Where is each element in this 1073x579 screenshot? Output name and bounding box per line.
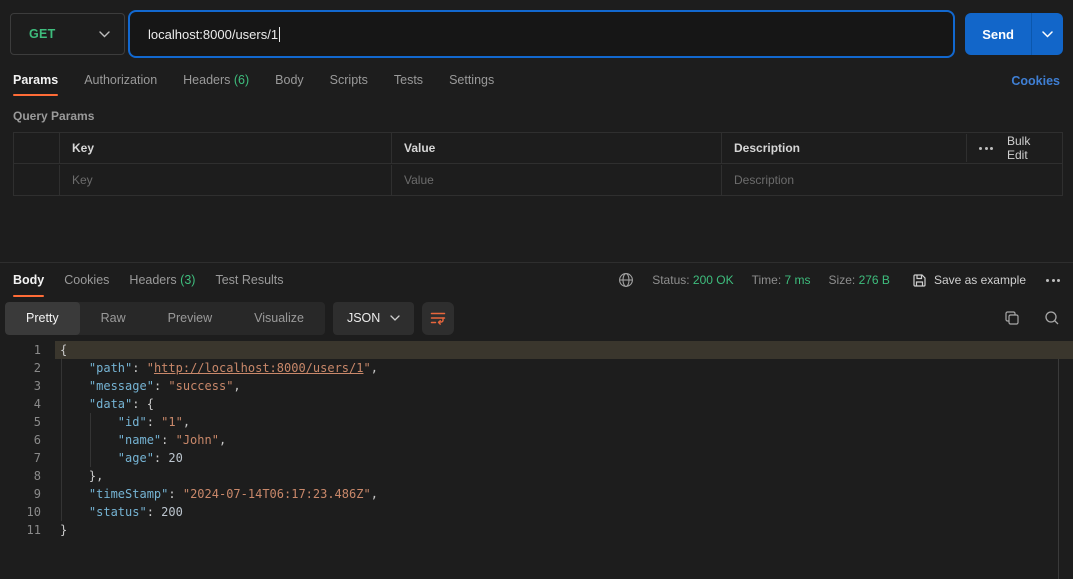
response-headers-count-badge: (3) bbox=[180, 273, 195, 287]
send-options-button[interactable] bbox=[1032, 13, 1063, 55]
line-number: 8 bbox=[0, 467, 55, 485]
response-tab-body[interactable]: Body bbox=[13, 264, 44, 297]
headers-count-badge: (6) bbox=[234, 73, 249, 87]
query-params-placeholder-row: Key Value Description bbox=[14, 163, 1062, 195]
query-params-table: Key Value Description Bulk Edit Key Valu… bbox=[13, 132, 1063, 196]
line-number: 4 bbox=[0, 395, 55, 413]
response-section: Body Cookies Headers (3) Test Results St… bbox=[0, 262, 1073, 579]
text-caret bbox=[279, 27, 280, 42]
tab-scripts[interactable]: Scripts bbox=[330, 67, 368, 96]
line-number: 11 bbox=[0, 521, 55, 539]
status-value: 200 OK bbox=[693, 273, 734, 287]
code-line: 7 "age": 20 bbox=[0, 449, 1073, 467]
tab-settings[interactable]: Settings bbox=[449, 67, 494, 96]
copy-icon[interactable] bbox=[1004, 310, 1020, 326]
view-raw[interactable]: Raw bbox=[80, 302, 147, 335]
send-label[interactable]: Send bbox=[965, 13, 1031, 55]
tab-body[interactable]: Body bbox=[275, 67, 304, 96]
bulk-edit-cell: Bulk Edit bbox=[966, 134, 1062, 162]
bulk-edit-button[interactable]: Bulk Edit bbox=[1007, 134, 1050, 162]
key-input[interactable]: Key bbox=[59, 165, 391, 195]
code-line: 10 "status": 200 bbox=[0, 503, 1073, 521]
method-label: GET bbox=[29, 27, 56, 41]
view-pretty[interactable]: Pretty bbox=[5, 302, 80, 335]
response-editor-lines: 1{2 "path": "http://localhost:8000/users… bbox=[0, 341, 1073, 539]
time-value: 7 ms bbox=[785, 273, 811, 287]
response-tab-headers[interactable]: Headers (3) bbox=[129, 264, 195, 297]
column-header-key: Key bbox=[59, 133, 391, 163]
column-header-value: Value bbox=[391, 133, 721, 163]
format-dropdown[interactable]: JSON bbox=[333, 302, 414, 335]
save-icon bbox=[912, 273, 927, 288]
query-params-header-row: Key Value Description Bulk Edit bbox=[14, 133, 1062, 163]
view-preview[interactable]: Preview bbox=[147, 302, 233, 335]
code-line: 4 "data": { bbox=[0, 395, 1073, 413]
save-as-example-label: Save as example bbox=[934, 273, 1026, 287]
line-number: 6 bbox=[0, 431, 55, 449]
time-group: Time: 7 ms bbox=[752, 273, 811, 287]
url-input[interactable]: localhost:8000/users/1 bbox=[128, 10, 955, 58]
code-line: 8 }, bbox=[0, 467, 1073, 485]
size-value: 276 B bbox=[859, 273, 890, 287]
tab-authorization[interactable]: Authorization bbox=[84, 67, 157, 96]
size-label: Size: bbox=[829, 273, 856, 287]
wrap-text-button[interactable] bbox=[422, 302, 454, 335]
time-label: Time: bbox=[752, 273, 782, 287]
cookies-link[interactable]: Cookies bbox=[1011, 74, 1060, 88]
more-options-icon[interactable] bbox=[979, 147, 993, 150]
network-globe-icon[interactable] bbox=[618, 272, 634, 288]
response-toolbar: Pretty Raw Preview Visualize JSON bbox=[0, 297, 1073, 337]
view-visualize[interactable]: Visualize bbox=[233, 302, 325, 335]
toolbar-right-icons bbox=[1004, 310, 1060, 326]
line-number: 7 bbox=[0, 449, 55, 467]
chevron-down-icon bbox=[390, 315, 400, 321]
response-editor[interactable]: 1{2 "path": "http://localhost:8000/users… bbox=[0, 341, 1073, 579]
response-more-options-icon[interactable] bbox=[1046, 279, 1060, 282]
status-group: Status: 200 OK bbox=[652, 273, 733, 287]
format-label: JSON bbox=[347, 311, 380, 325]
view-switcher: Pretty Raw Preview Visualize bbox=[5, 302, 325, 335]
response-tab-test-results[interactable]: Test Results bbox=[215, 264, 283, 297]
code-line: 11} bbox=[0, 521, 1073, 539]
column-header-description: Description bbox=[721, 133, 966, 163]
response-meta: Status: 200 OK Time: 7 ms Size: 276 B Sa… bbox=[618, 272, 1060, 288]
line-number: 2 bbox=[0, 359, 55, 377]
json-link[interactable]: http://localhost:8000/users/1 bbox=[154, 361, 364, 375]
search-icon[interactable] bbox=[1044, 310, 1060, 326]
line-number: 3 bbox=[0, 377, 55, 395]
code-line: 2 "path": "http://localhost:8000/users/1… bbox=[0, 359, 1073, 377]
response-header: Body Cookies Headers (3) Test Results St… bbox=[0, 263, 1073, 297]
line-number: 10 bbox=[0, 503, 55, 521]
method-selector[interactable]: GET bbox=[10, 13, 125, 55]
line-number: 5 bbox=[0, 413, 55, 431]
tab-tests[interactable]: Tests bbox=[394, 67, 423, 96]
code-line: 1{ bbox=[0, 341, 1073, 359]
value-input[interactable]: Value bbox=[391, 165, 721, 195]
size-group: Size: 276 B bbox=[829, 273, 890, 287]
request-tabs: Params Authorization Headers (6) Body Sc… bbox=[0, 66, 1073, 96]
code-line: 6 "name": "John", bbox=[0, 431, 1073, 449]
query-params-title: Query Params bbox=[0, 96, 1073, 132]
status-label: Status: bbox=[652, 273, 689, 287]
url-value: localhost:8000/users/1 bbox=[148, 27, 278, 42]
code-line: 5 "id": "1", bbox=[0, 413, 1073, 431]
select-all-cell[interactable] bbox=[14, 140, 59, 156]
request-bar: GET localhost:8000/users/1 Send bbox=[0, 0, 1073, 66]
description-input[interactable]: Description bbox=[721, 165, 1062, 195]
code-line: 9 "timeStamp": "2024-07-14T06:17:23.486Z… bbox=[0, 485, 1073, 503]
line-number: 1 bbox=[0, 341, 55, 359]
response-tab-cookies[interactable]: Cookies bbox=[64, 264, 109, 297]
save-as-example-button[interactable]: Save as example bbox=[912, 273, 1026, 288]
row-checkbox-cell[interactable] bbox=[14, 172, 59, 188]
chevron-down-icon bbox=[99, 31, 110, 38]
tab-headers[interactable]: Headers (6) bbox=[183, 67, 249, 96]
send-button[interactable]: Send bbox=[965, 13, 1063, 55]
tab-params[interactable]: Params bbox=[13, 67, 58, 96]
line-number: 9 bbox=[0, 485, 55, 503]
code-line: 3 "message": "success", bbox=[0, 377, 1073, 395]
